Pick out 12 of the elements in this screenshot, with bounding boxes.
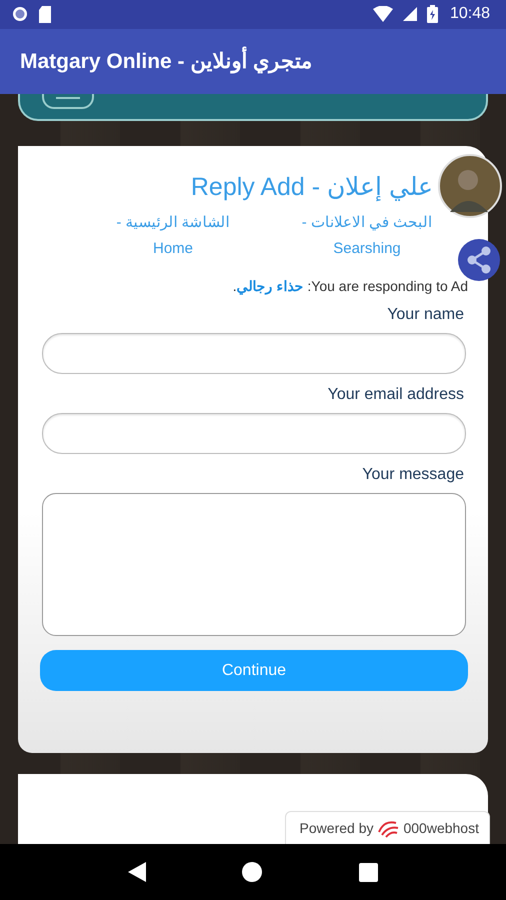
clock-time: 10:48 xyxy=(450,5,490,24)
hosting-badge[interactable]: Powered by 000webhost xyxy=(284,811,490,844)
field-label: Your name xyxy=(386,306,465,324)
brand-text: 000webhost xyxy=(403,820,479,836)
field-label: Your message xyxy=(361,466,465,484)
page-title: علي إعلان - Reply Add xyxy=(190,172,434,204)
breadcrumb-link[interactable]: الشاشة الرئيسية - Home xyxy=(103,210,243,262)
powered-by-text: Powered by xyxy=(300,820,374,836)
breadcrumb-link[interactable]: البحث في الاعلانات - Searshing xyxy=(297,210,437,262)
field-label: Your email address xyxy=(326,386,465,404)
app-title: Matgary Online - متجري أونلاين xyxy=(20,49,312,74)
continue-button[interactable]: Continue xyxy=(40,650,468,692)
